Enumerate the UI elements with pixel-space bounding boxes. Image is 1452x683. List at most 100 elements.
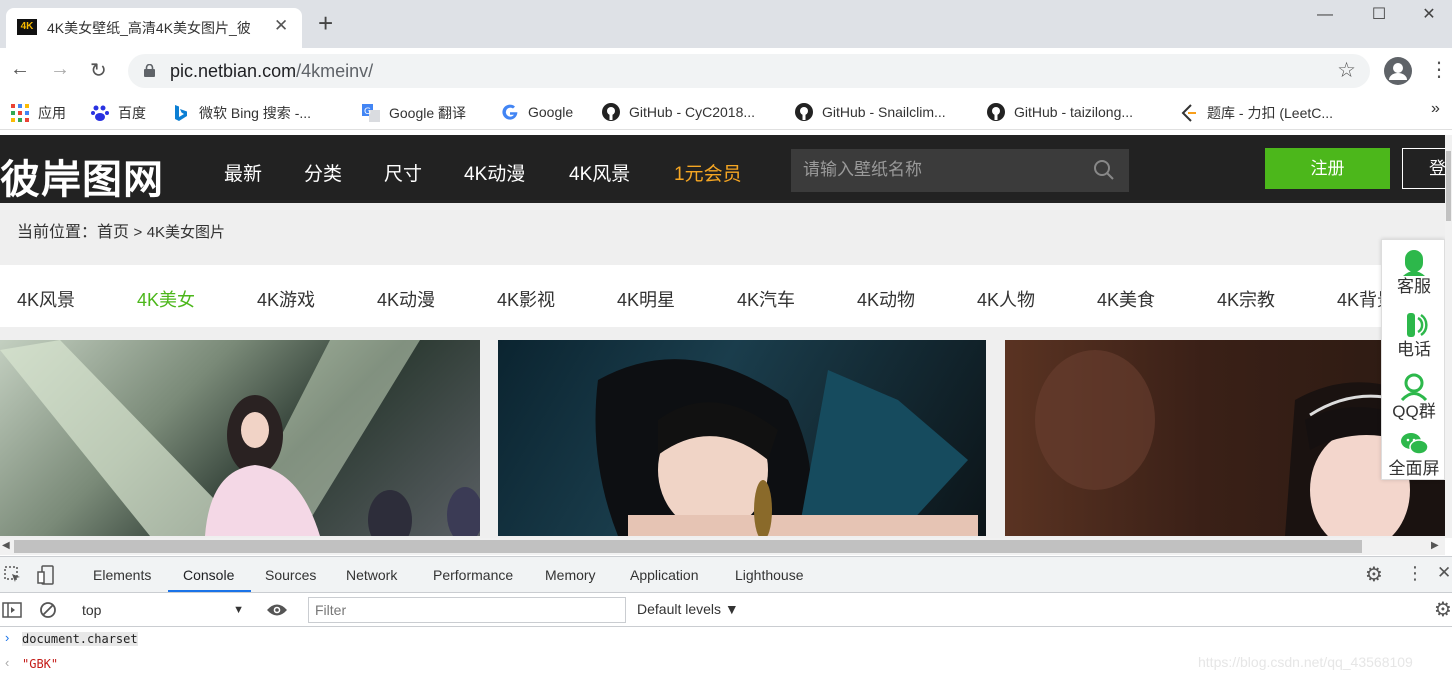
bookmark-github-taizilong[interactable]: GitHub - taizilong... [987, 103, 1133, 121]
category-landscape[interactable]: 4K风景 [17, 286, 75, 312]
bookmark-leetcode[interactable]: 题库 - 力扣 (LeetC... [1180, 103, 1333, 123]
scroll-left-icon[interactable]: ◀ [2, 540, 10, 551]
nav-category[interactable]: 分类 [304, 159, 342, 186]
console-settings-gear-icon[interactable]: ⚙ [1434, 597, 1452, 622]
close-window-icon[interactable]: ✕ [1406, 0, 1452, 30]
bookmark-github-cyc[interactable]: GitHub - CyC2018... [602, 103, 755, 121]
bookmark-label: 题库 - 力扣 (LeetC... [1207, 105, 1334, 121]
log-levels-dropdown[interactable]: Default levels ▼ [637, 601, 739, 617]
bookmark-github-snailclimb[interactable]: GitHub - Snailclim... [795, 103, 946, 121]
horizontal-scrollbar-thumb[interactable] [14, 540, 1362, 553]
nav-vip[interactable]: 1元会员 [674, 159, 742, 186]
tab-network[interactable]: Network [346, 567, 397, 583]
address-bar[interactable]: pic.netbian.com/4kmeinv/ ☆ [128, 54, 1370, 88]
bookmark-apps[interactable]: 应用 [11, 103, 66, 123]
settings-gear-icon[interactable]: ⚙ [1365, 562, 1383, 587]
wallpaper-thumbnail[interactable] [1005, 340, 1445, 536]
side-fullscreen[interactable]: 全面屏 [1382, 430, 1446, 478]
leetcode-icon [1181, 104, 1196, 122]
inspect-element-icon[interactable] [4, 566, 22, 584]
bookmark-label: 应用 [38, 105, 66, 121]
breadcrumb-prefix: 当前位置： [17, 224, 98, 241]
horizontal-scrollbar[interactable]: ◀ ▶ [0, 538, 1445, 555]
new-tab-button[interactable]: + [318, 10, 333, 36]
side-phone[interactable]: 电话 [1382, 311, 1446, 359]
profile-avatar-icon[interactable] [1384, 57, 1412, 85]
bookmark-baidu[interactable]: 百度 [91, 103, 146, 123]
github-icon [602, 103, 620, 121]
active-tab-indicator [168, 590, 251, 592]
side-customer-service[interactable]: 客服 [1382, 248, 1446, 296]
tab-memory[interactable]: Memory [545, 567, 596, 583]
bookmarks-overflow-button[interactable]: » [1431, 100, 1440, 118]
console-input-line: document.charset [22, 632, 138, 646]
breadcrumb-separator: > [133, 224, 143, 241]
sidebar-toggle-icon[interactable] [2, 601, 22, 619]
site-logo[interactable]: 彼岸图网 [0, 147, 164, 205]
bookmark-star-icon[interactable]: ☆ [1337, 58, 1356, 83]
qq-group-icon [1400, 373, 1428, 401]
device-toolbar-icon[interactable] [37, 565, 55, 585]
category-celebrity[interactable]: 4K明星 [617, 286, 675, 312]
category-bar: 4K风景 4K美女 4K游戏 4K动漫 4K影视 4K明星 4K汽车 4K动物 … [0, 265, 1445, 327]
wallpaper-thumbnail[interactable] [0, 340, 480, 536]
result-chevron-icon: ‹ [5, 655, 10, 670]
clear-console-icon[interactable] [39, 601, 57, 619]
side-label: 电话 [1397, 340, 1431, 359]
search-input[interactable] [803, 160, 1083, 180]
forward-arrow-icon[interactable]: → [50, 58, 70, 81]
bookmark-label: GitHub - CyC2018... [629, 104, 756, 120]
devtools-menu-icon[interactable]: ⋮ [1406, 563, 1424, 584]
maximize-icon[interactable]: ☐ [1356, 0, 1402, 30]
bookmark-google-translate[interactable]: G Google 翻译 [362, 103, 466, 123]
category-beauty[interactable]: 4K美女 [137, 286, 195, 312]
tab-lighthouse[interactable]: Lighthouse [735, 567, 804, 583]
search-box [791, 149, 1129, 192]
nav-4k-anime[interactable]: 4K动漫 [464, 159, 525, 186]
category-car[interactable]: 4K汽车 [737, 286, 795, 312]
live-expression-eye-icon[interactable] [266, 602, 288, 618]
floating-side-panel: 客服 电话 QQ群 全面屏 [1381, 239, 1445, 480]
kebab-menu-icon[interactable]: ⋮ [1429, 57, 1449, 82]
nav-size[interactable]: 尺寸 [384, 159, 422, 186]
wallpaper-thumbnail[interactable] [498, 340, 986, 536]
tab-console[interactable]: Console [183, 567, 234, 583]
breadcrumb-current: 4K美女图片 [146, 224, 226, 241]
bookmark-bing[interactable]: 微软 Bing 搜索 -... [172, 103, 311, 123]
category-animal[interactable]: 4K动物 [857, 286, 915, 312]
url-host: pic.netbian.com [170, 61, 297, 81]
bookmark-google[interactable]: Google [501, 103, 573, 121]
register-button[interactable]: 注册 [1265, 148, 1390, 189]
console-filter-input[interactable] [308, 597, 626, 623]
category-film[interactable]: 4K影视 [497, 286, 555, 312]
nav-4k-landscape[interactable]: 4K风景 [569, 159, 630, 186]
category-religion[interactable]: 4K宗教 [1217, 286, 1275, 312]
tab-elements[interactable]: Elements [93, 567, 151, 583]
minimize-icon[interactable]: — [1302, 0, 1348, 30]
tab-sources[interactable]: Sources [265, 567, 316, 583]
reload-icon[interactable]: ↻ [90, 58, 107, 83]
back-arrow-icon[interactable]: ← [10, 58, 30, 81]
category-game[interactable]: 4K游戏 [257, 286, 315, 312]
bookmark-label: 百度 [118, 105, 146, 121]
tab-performance[interactable]: Performance [433, 567, 513, 583]
vertical-scrollbar-thumb[interactable] [1446, 151, 1451, 221]
phone-icon [1407, 313, 1428, 337]
console-toolbar: top ▼ Default levels ▼ ⚙ [0, 593, 1452, 627]
category-food[interactable]: 4K美食 [1097, 286, 1155, 312]
vertical-scrollbar[interactable] [1445, 135, 1452, 538]
side-qq-group[interactable]: QQ群 [1382, 373, 1446, 421]
breadcrumb-home[interactable]: 首页 [97, 224, 129, 241]
url-path: /4kmeinv/ [296, 61, 374, 81]
search-icon[interactable] [1093, 159, 1115, 181]
tab-application[interactable]: Application [630, 567, 699, 583]
context-selector[interactable]: top ▼ [74, 597, 248, 623]
browser-tab[interactable]: 4K 4K美女壁纸_高清4K美女图片_彼 ✕ [6, 8, 302, 48]
side-label: 客服 [1397, 277, 1431, 296]
close-devtools-icon[interactable]: ✕ [1437, 563, 1451, 583]
close-tab-icon[interactable]: ✕ [274, 16, 288, 36]
category-people[interactable]: 4K人物 [977, 286, 1035, 312]
nav-latest[interactable]: 最新 [224, 159, 262, 186]
scroll-right-icon[interactable]: ▶ [1431, 540, 1439, 551]
category-anime[interactable]: 4K动漫 [377, 286, 435, 312]
